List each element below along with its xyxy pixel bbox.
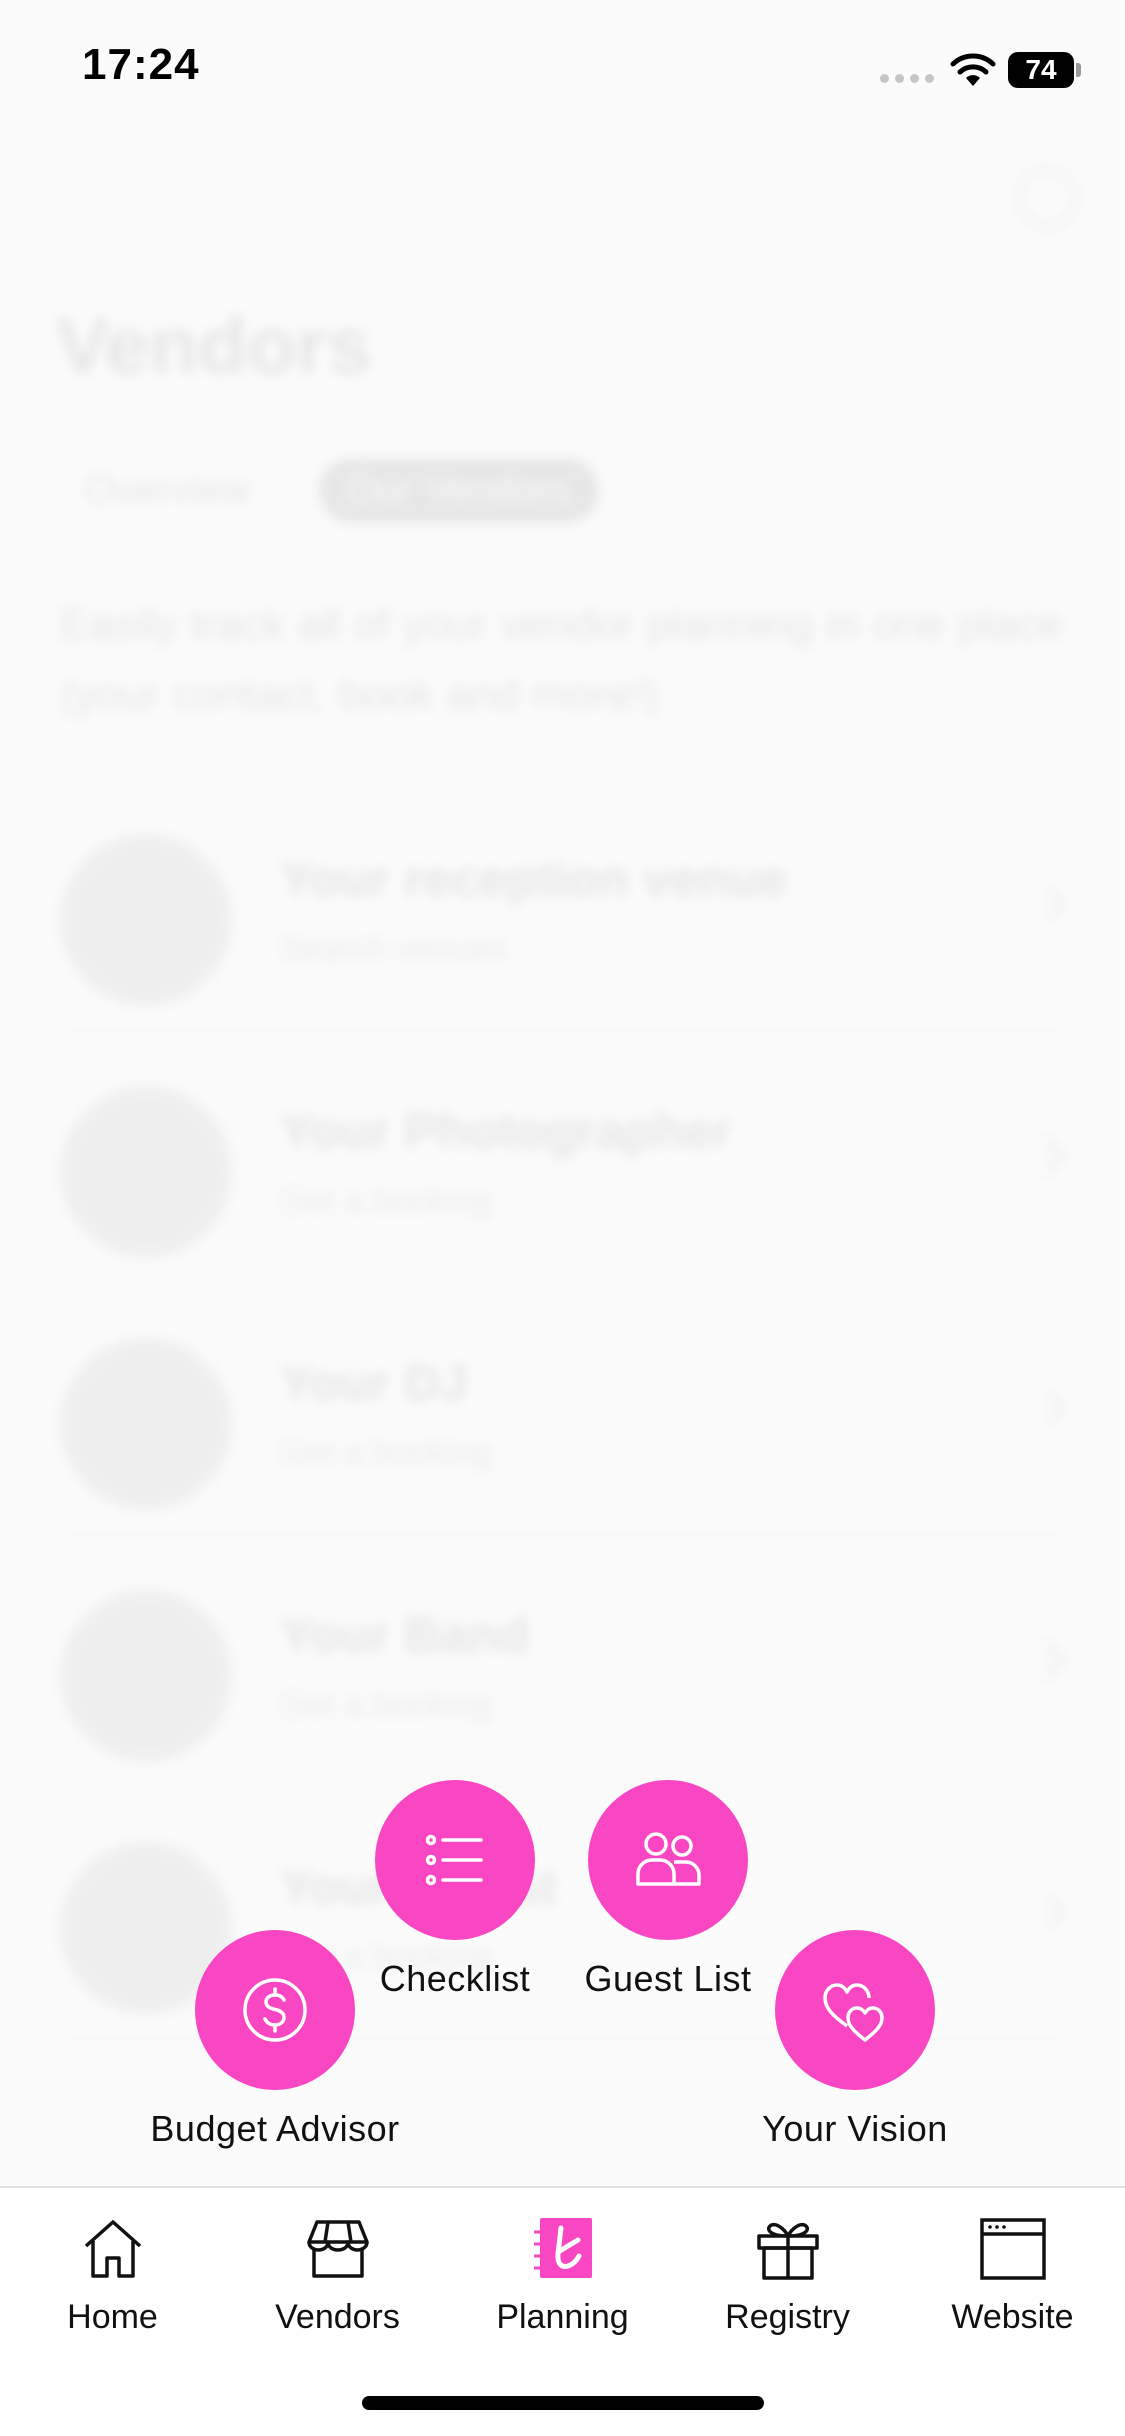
vendor-subtitle: Get a booking [280, 1686, 492, 1724]
background-vendors-screen: Vendors Overview Our Vendors Easily trac… [0, 140, 1125, 2186]
chevron-right-icon [1026, 884, 1066, 924]
battery-nub [1076, 63, 1081, 77]
battery-icon: 74 [1008, 52, 1074, 88]
venue-icon [60, 834, 232, 1006]
list-item: Your Band Get a booking [60, 1536, 1070, 1788]
storefront-icon [306, 2220, 369, 2278]
intro-text: Easily track all of your vendor planning… [60, 600, 1063, 719]
tab-planning[interactable]: Planning [450, 2214, 675, 2337]
your-vision-label: Your Vision [762, 2108, 948, 2149]
tab-home[interactable]: Home [0, 2214, 225, 2337]
your-vision-circle[interactable] [775, 1930, 935, 2090]
budget-advisor-button[interactable]: Budget Advisor [135, 1930, 415, 2150]
segment-tabs: Overview Our Vendors [56, 458, 600, 523]
vendor-title: Your Band [280, 1607, 530, 1663]
tab-overview: Overview [84, 468, 251, 512]
band-icon [60, 1590, 232, 1762]
vendor-title: Your DJ [280, 1355, 468, 1411]
page-title: Vendors [56, 301, 372, 390]
cellular-icon [880, 74, 934, 83]
hearts-icon [823, 1983, 884, 2042]
status-time: 17:24 [82, 40, 200, 89]
dj-icon [60, 1338, 232, 1510]
home-icon [84, 2220, 141, 2278]
guest-list-label: Guest List [584, 1958, 752, 1999]
tab-label: Vendors [275, 2298, 400, 2336]
guest-list-circle[interactable] [588, 1780, 748, 1940]
wifi-icon [950, 53, 996, 86]
checklist-icon [425, 1834, 483, 1886]
vendor-title: Your reception venue [280, 851, 788, 907]
status-bar: 17:24 74 [0, 0, 1125, 140]
your-vision-button[interactable]: Your Vision [735, 1930, 975, 2150]
vendor-subtitle: Get a booking [280, 1182, 492, 1220]
list-item: Your DJ Get a booking [60, 1284, 1070, 1536]
photographer-icon [60, 1086, 232, 1258]
planning-notebook-icon [533, 2218, 592, 2278]
more-icon [1017, 168, 1077, 228]
gift-icon [756, 2223, 819, 2280]
tab-label: Home [67, 2298, 158, 2336]
budget-advisor-circle[interactable] [195, 1930, 355, 2090]
list-item: Your reception venue Search venues [60, 780, 1070, 1032]
chevron-right-icon [1026, 1640, 1066, 1680]
chevron-right-icon [1026, 1388, 1066, 1428]
tab-vendors[interactable]: Vendors [225, 2214, 450, 2337]
tab-our-vendors: Our Vendors [318, 458, 600, 523]
battery-level: 74 [1025, 54, 1057, 85]
tab-registry[interactable]: Registry [675, 2214, 900, 2337]
dollar-icon [243, 1978, 307, 2042]
vendor-title: Your Photographer [280, 1103, 732, 1159]
vendor-subtitle: Search venues [280, 930, 507, 968]
vendor-list: Your reception venue Search venues Your … [60, 780, 1070, 2040]
tab-website[interactable]: Website [900, 2214, 1125, 2337]
vendor-subtitle: Get a booking [280, 1434, 492, 1472]
budget-advisor-label: Budget Advisor [150, 2108, 400, 2149]
tab-label: Website [951, 2298, 1074, 2336]
tab-label: Planning [496, 2298, 629, 2336]
tab-label: Registry [725, 2298, 850, 2336]
chevron-right-icon [1026, 1136, 1066, 1176]
browser-window-icon [979, 2218, 1046, 2280]
home-indicator[interactable] [362, 2396, 764, 2410]
list-item: Your Photographer Get a booking [60, 1032, 1070, 1284]
chevron-right-icon [1026, 1892, 1066, 1932]
checklist-circle[interactable] [375, 1780, 535, 1940]
guests-icon [636, 1832, 701, 1886]
